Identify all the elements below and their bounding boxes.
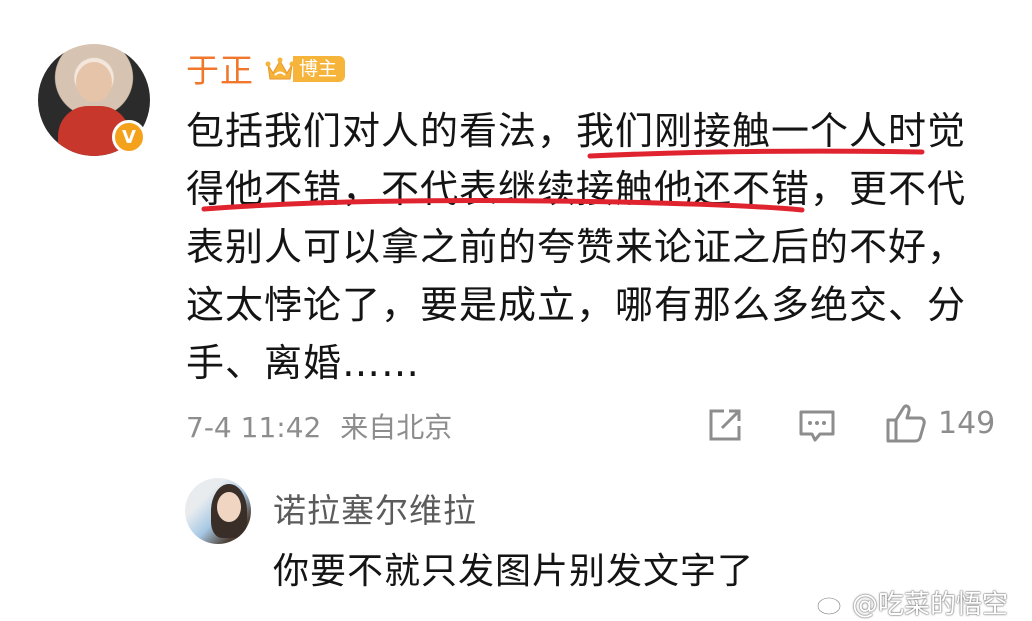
content-line: 得他不错，不代表继续接触他还不错，更不代 xyxy=(186,167,967,211)
content-line: 表别人可以拿之前的夸赞来论证之后的不好， xyxy=(186,225,967,269)
reply-avatar[interactable] xyxy=(185,478,251,544)
content-line: 包括我们对人的看法，我们刚接触一个人时觉 xyxy=(186,109,967,153)
crown-icon xyxy=(265,55,295,83)
watermark-text: @吃菜的悟空 xyxy=(852,590,1009,620)
post-timestamp: 7-4 11:42 xyxy=(186,411,322,444)
post-content: 包括我们对人的看法，我们刚接触一个人时觉 得他不错，不代表继续接触他还不错，更不… xyxy=(186,102,976,392)
reply-avatar-face xyxy=(217,492,241,522)
verified-badge-icon: V xyxy=(112,120,146,154)
weibo-logo-icon xyxy=(817,592,847,615)
post-meta: 7-4 11:42 来自北京 xyxy=(186,406,452,446)
like-count: 149 xyxy=(938,406,996,441)
share-icon[interactable] xyxy=(705,405,745,445)
thumbs-up-icon[interactable] xyxy=(884,401,928,445)
comment-icon[interactable] xyxy=(797,405,837,445)
blogger-badge: 博主 xyxy=(265,54,346,84)
content-line: 手、离婚…… xyxy=(186,341,421,385)
author-name[interactable]: 于正 xyxy=(186,44,254,92)
reply-text: 你要不就只发图片别发文字了 xyxy=(273,551,755,592)
content-line: 这太悖论了，要是成立，哪有那么多绝交、分 xyxy=(186,283,967,327)
blogger-badge-label: 博主 xyxy=(293,56,346,82)
avatar-figure-face xyxy=(76,62,112,102)
watermark: @吃菜的悟空 xyxy=(816,584,1008,621)
reply-author-name[interactable]: 诺拉塞尔维拉 xyxy=(273,484,477,532)
post-location: 来自北京 xyxy=(340,411,453,444)
